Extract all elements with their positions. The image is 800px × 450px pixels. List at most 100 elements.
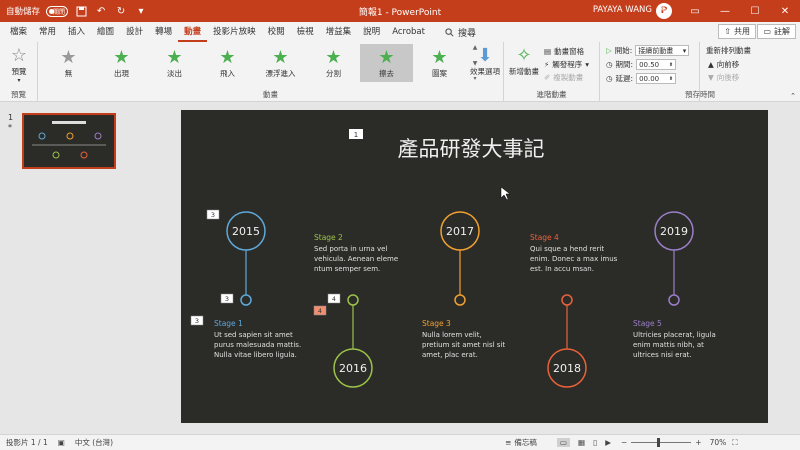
comment-icon: ▭ [763,27,771,36]
customize-icon[interactable]: ▾ [134,4,148,18]
animation-tag-number: 3 [195,317,199,325]
slide-thumbnail[interactable] [22,113,116,169]
timeline-node [240,294,252,306]
stage-description: vehicula. Aenean eleme [314,255,398,263]
user-name[interactable]: PAYAYA WANG [593,5,652,15]
delay-value: 00.00 [639,74,660,83]
effect-label: 擦去 [379,68,394,78]
duration-row: ◷ 期間: 00.50 ⬍ [606,59,677,70]
tab-1[interactable]: 常用 [33,22,62,42]
undo-icon[interactable]: ↶ [94,4,108,18]
tab-11[interactable]: 說明 [357,22,386,42]
animation-painter-label: 複製動畫 [553,73,584,82]
autosave-toggle[interactable]: 關閉 [46,5,69,17]
effect-star-icon: ★ [431,46,448,68]
animation-effect-4[interactable]: ★ 漂浮進入 [254,44,307,82]
slide-sorter-icon[interactable]: ▦ [578,438,585,447]
close-button[interactable]: ✕ [770,0,800,22]
stage-description: ntum semper sem. [314,265,380,273]
maximize-button[interactable]: ☐ [740,0,770,22]
stage-description: pretium sit amet nisl sit [422,341,505,349]
start-select[interactable]: 接續前動畫 ▾ [635,45,690,56]
delay-input[interactable]: 00.00 ⬍ [636,73,677,84]
animation-effect-1[interactable]: ★ 出現 [95,44,148,82]
ribbon-display-icon[interactable]: ▭ [680,0,710,22]
effect-label: 圖案 [432,68,447,78]
stage-name: Stage 1 [214,319,243,328]
year-label: 2016 [339,362,367,375]
tab-4[interactable]: 設計 [120,22,149,42]
collapse-ribbon-icon[interactable]: ⌃ [790,92,796,100]
tab-8[interactable]: 校閱 [262,22,291,42]
animation-painter-button[interactable]: ✐ 複製動畫 [544,72,583,83]
animation-effect-0[interactable]: ★ 無 [42,44,95,82]
search-box[interactable]: 搜尋 [445,26,476,39]
zoom-slider[interactable] [631,438,692,447]
tab-6[interactable]: 動畫 [178,22,208,42]
effect-options-button[interactable]: ⬇ 效果選項 [468,46,502,77]
tab-2[interactable]: 插入 [62,22,91,42]
fit-slide-icon[interactable]: ⛶ [732,438,737,448]
stage-description: est. In accu msan. [530,265,594,273]
duration-input[interactable]: 00.50 ⬍ [636,59,677,70]
preview-group-label: 預覽 [11,90,26,99]
effect-label: 飛入 [220,68,235,78]
stage-description: enim. Donec a max imus [530,255,618,263]
duration-value: 00.50 [639,60,660,69]
timeline-node [561,294,573,306]
up-arrow-icon: ▲ [708,60,714,69]
move-later-button[interactable]: ▼ 向後移 [708,72,739,83]
animation-effect-7[interactable]: ★ 圖案 [413,44,466,82]
delay-row: ◷ 延遲: 00.00 ⬍ [606,73,677,84]
effect-label: 漂浮進入 [265,68,296,78]
timing-group: ▷ 開始: 接續前動畫 ▾ ◷ 期間: 00.50 ⬍ ◷ 延遲: 00.00 ⬍ 預… [600,42,715,102]
notes-button[interactable]: 備忘稿 [514,437,537,448]
zoom-in-icon[interactable]: + [695,438,701,447]
stage-description: Qui sque a hend rerit [530,245,604,253]
zoom-out-icon[interactable]: − [621,438,627,447]
tab-10[interactable]: 增益集 [320,22,358,42]
add-animation-button[interactable]: ✧ 新增動畫 [506,46,542,77]
move-earlier-button[interactable]: ▲ 向前移 [708,59,739,70]
comment-button[interactable]: ▭ 註解 [757,24,796,39]
tab-0[interactable]: 檔案 [4,22,33,42]
save-icon[interactable] [74,4,88,18]
stage-description: purus malesuada mattis. [214,341,301,349]
slide-canvas[interactable]: 產品研發大事記 1 2015 Stage 1 Ut sed sapien sit ame… [181,110,768,423]
animation-effect-5[interactable]: ★ 分割 [307,44,360,82]
trigger-button[interactable]: ⚡ 觸發程序 ▾ [544,59,589,70]
normal-view-icon[interactable]: ▭ [556,438,570,447]
reading-view-icon[interactable]: ▯ [593,438,597,447]
minimize-button[interactable]: — [710,0,740,22]
tab-7[interactable]: 投影片放映 [207,22,262,42]
accessibility-icon[interactable]: ▣ [58,438,65,447]
animation-effect-2[interactable]: ★ 淡出 [148,44,201,82]
animation-effect-6[interactable]: ★ 擦去 [360,44,413,82]
share-label: 共用 [734,27,750,36]
pen-icon[interactable]: ✎ [650,0,680,22]
tab-3[interactable]: 繪圖 [91,22,120,42]
animation-pane-button[interactable]: ▤ 動畫窗格 [544,46,584,57]
tab-9[interactable]: 檢視 [291,22,320,42]
animation-group-label: 動畫 [263,90,278,99]
tab-5[interactable]: 轉場 [149,22,178,42]
advanced-animation-group: ✧ 新增動畫 ▤ 動畫窗格 ⚡ 觸發程序 ▾ ✐ 複製動畫 進階動畫 [504,42,600,102]
preview-button[interactable]: ☆ 預覽 ▾ [4,46,34,85]
redo-icon[interactable]: ↻ [114,4,128,18]
animation-tag-number: 3 [211,211,215,219]
animation-effect-3[interactable]: ★ 飛入 [201,44,254,82]
effect-label: 無 [64,68,73,78]
add-animation-label: 新增動畫 [509,67,539,76]
stage-description: amet, plac erat. [422,351,478,359]
zoom-level[interactable]: 70% [710,438,727,447]
stage-description: Ut sed sapien sit amet [214,331,293,339]
notes-icon[interactable]: ≡ [505,438,511,447]
vertical-scrollbar[interactable] [788,103,798,433]
thumb-animation-marker: * [8,123,12,132]
share-button[interactable]: ⇧ 共用 [718,24,756,39]
start-label: 開始: [614,46,633,55]
language[interactable]: 中文 (台灣) [75,437,113,448]
tab-12[interactable]: Acrobat [386,22,431,42]
preview-label: 預覽 [11,67,27,76]
slideshow-icon[interactable]: ▶ [605,438,611,447]
